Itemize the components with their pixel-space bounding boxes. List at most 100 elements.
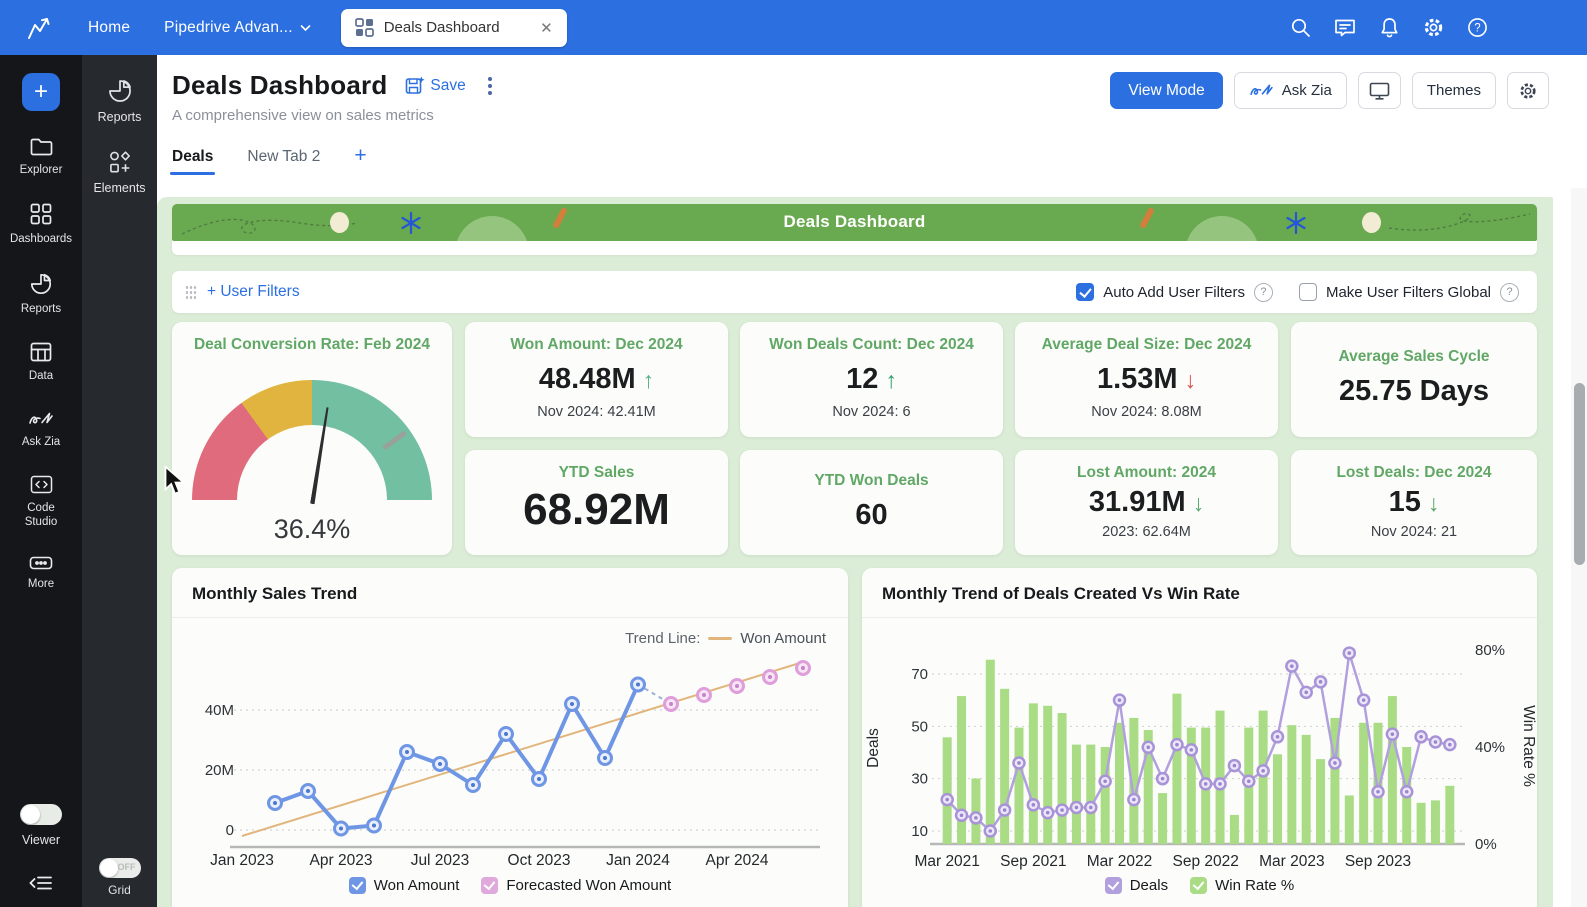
workspace-name: Pipedrive Advan... bbox=[164, 19, 293, 37]
win-rate-bar bbox=[1014, 728, 1023, 844]
add-user-filters-button[interactable]: + User Filters bbox=[207, 283, 300, 301]
table-icon bbox=[30, 342, 52, 362]
legend-label: Deals bbox=[1130, 877, 1168, 894]
scrollbar-thumb[interactable] bbox=[1574, 383, 1585, 565]
kpi-card-ytd-sales[interactable]: YTD Sales 68.92M bbox=[465, 450, 728, 555]
x-axis-tick-label: Jan 2023 bbox=[210, 852, 274, 869]
legend-item-forecasted-won-amount[interactable]: Forecasted Won Amount bbox=[481, 877, 671, 894]
chart-card-monthly-sales-trend[interactable]: Monthly Sales Trend Trend Line: Won Amou… bbox=[172, 568, 848, 907]
sidebar-item-reports[interactable]: Reports bbox=[0, 273, 82, 316]
win-rate-bar bbox=[1388, 696, 1397, 844]
viewer-toggle-label: Viewer bbox=[22, 833, 60, 847]
save-button[interactable]: Save bbox=[405, 76, 465, 95]
sidebar-item-explorer[interactable]: Explorer bbox=[0, 137, 82, 177]
make-user-filters-global-label: Make User Filters Global bbox=[1326, 284, 1491, 301]
notifications-bell-icon[interactable] bbox=[1378, 16, 1401, 39]
help-question-icon[interactable]: ? bbox=[1254, 283, 1273, 302]
drag-handle-icon[interactable] bbox=[185, 285, 197, 299]
kpi-title: Average Deal Size: Dec 2024 bbox=[1015, 322, 1278, 354]
trend-arrow: ↓ bbox=[1193, 490, 1205, 517]
legend-checkbox bbox=[349, 877, 366, 894]
viewer-mode-toggle[interactable] bbox=[20, 804, 62, 825]
win-rate-bar bbox=[943, 737, 952, 844]
panel-item-elements[interactable]: Elements bbox=[82, 150, 157, 197]
sidebar-item-label: Ask Zia bbox=[22, 435, 60, 449]
zoho-analytics-logo-icon[interactable] bbox=[22, 12, 54, 44]
win-rate-bar bbox=[1029, 703, 1038, 844]
search-icon[interactable] bbox=[1289, 16, 1312, 39]
auto-add-user-filters-checkbox[interactable] bbox=[1076, 283, 1094, 301]
kpi-title: Average Sales Cycle bbox=[1291, 322, 1537, 366]
feedback-icon[interactable] bbox=[1333, 16, 1357, 39]
kpi-card-average-deal-size[interactable]: Average Deal Size: Dec 2024 1.53M↓ Nov 2… bbox=[1015, 322, 1278, 437]
win-rate-bar bbox=[1172, 694, 1181, 844]
win-rate-bar bbox=[1316, 759, 1325, 844]
kpi-comparison: Nov 2024: 6 bbox=[740, 404, 1003, 420]
kpi-value: 48.48M bbox=[539, 363, 636, 396]
create-new-button[interactable]: + bbox=[22, 73, 60, 111]
legend-item-win-rate[interactable]: Win Rate % bbox=[1190, 877, 1294, 894]
x-axis-tick-label: Sep 2023 bbox=[1345, 853, 1411, 870]
trend-arrow: ↑ bbox=[643, 367, 655, 394]
x-axis-tick-label: Apr 2024 bbox=[706, 852, 769, 869]
sidebar-item-more[interactable]: More bbox=[0, 556, 82, 591]
ask-zia-button[interactable]: Ask Zia bbox=[1234, 72, 1347, 109]
svg-text:?: ? bbox=[1474, 23, 1480, 35]
kpi-comparison: 2023: 62.64M bbox=[1015, 524, 1278, 540]
view-mode-button[interactable]: View Mode bbox=[1110, 72, 1222, 109]
vertical-scrollbar[interactable] bbox=[1571, 188, 1587, 907]
kpi-comparison: Nov 2024: 21 bbox=[1291, 524, 1537, 540]
tab-deals[interactable]: Deals bbox=[172, 148, 213, 175]
open-view-tab[interactable]: Deals Dashboard ✕ bbox=[341, 9, 567, 47]
kpi-title: Won Amount: Dec 2024 bbox=[465, 322, 728, 354]
tab-new-tab-2[interactable]: New Tab 2 bbox=[247, 148, 320, 175]
kpi-card-won-amount[interactable]: Won Amount: Dec 2024 48.48M↑ Nov 2024: 4… bbox=[465, 322, 728, 437]
kpi-card-won-deals-count[interactable]: Won Deals Count: Dec 2024 12↑ Nov 2024: … bbox=[740, 322, 1003, 437]
sidebar-item-label: Dashboards bbox=[10, 232, 72, 246]
kpi-title: YTD Sales bbox=[465, 450, 728, 482]
kpi-card-lost-deals[interactable]: Lost Deals: Dec 2024 15↓ Nov 2024: 21 bbox=[1291, 450, 1537, 555]
legend-checkbox bbox=[1190, 877, 1207, 894]
star-decoration bbox=[1285, 212, 1307, 234]
more-options-kebab[interactable] bbox=[484, 73, 496, 99]
banner-widget[interactable]: Deals Dashboard bbox=[172, 204, 1537, 255]
sidebar-item-label: Reports bbox=[21, 302, 61, 316]
sidebar-item-ask-zia[interactable]: Ask Zia bbox=[0, 410, 82, 449]
win-rate-bar bbox=[1058, 713, 1067, 844]
kpi-value: 60 bbox=[855, 499, 887, 532]
add-tab-button[interactable]: + bbox=[354, 144, 366, 175]
presentation-display-button[interactable] bbox=[1358, 72, 1401, 109]
sidebar-item-data[interactable]: Data bbox=[0, 342, 82, 383]
chart-title: Monthly Trend of Deals Created Vs Win Ra… bbox=[862, 568, 1537, 618]
grid-toggle[interactable]: OFF bbox=[99, 858, 141, 878]
legend-item-won-amount[interactable]: Won Amount bbox=[349, 877, 460, 894]
left-axis-tick-label: 30 bbox=[911, 771, 928, 788]
x-axis-tick-label: Apr 2023 bbox=[310, 852, 373, 869]
panel-item-reports[interactable]: Reports bbox=[82, 79, 157, 126]
help-icon[interactable]: ? bbox=[1466, 16, 1489, 39]
kpi-title: YTD Won Deals bbox=[740, 450, 1003, 490]
kpi-card-lost-amount[interactable]: Lost Amount: 2024 31.91M↓ 2023: 62.64M bbox=[1015, 450, 1278, 555]
save-label: Save bbox=[430, 77, 465, 95]
tab-close-icon[interactable]: ✕ bbox=[526, 19, 553, 37]
kpi-card-deal-conversion-rate[interactable]: Deal Conversion Rate: Feb 2024 36.4% bbox=[172, 322, 452, 555]
kpi-card-ytd-won-deals[interactable]: YTD Won Deals 60 bbox=[740, 450, 1003, 555]
secondary-sidebar: Reports Elements OFF Grid bbox=[82, 55, 157, 907]
chart-card-deals-vs-win-rate[interactable]: Monthly Trend of Deals Created Vs Win Ra… bbox=[862, 568, 1537, 907]
kpi-card-average-sales-cycle[interactable]: Average Sales Cycle 25.75 Days bbox=[1291, 322, 1537, 437]
sidebar-item-code-studio[interactable]: Code Studio bbox=[0, 475, 82, 530]
collapse-sidebar-icon[interactable] bbox=[28, 873, 54, 893]
themes-button[interactable]: Themes bbox=[1412, 72, 1496, 109]
trend-arrow: ↓ bbox=[1428, 490, 1440, 517]
sidebar-item-dashboards[interactable]: Dashboards bbox=[0, 203, 82, 246]
dashboards-grid-icon bbox=[30, 203, 52, 225]
nav-workspace-switcher[interactable]: Pipedrive Advan... bbox=[164, 19, 311, 37]
dashboard-settings-button[interactable] bbox=[1507, 72, 1549, 109]
settings-gear-icon[interactable] bbox=[1422, 16, 1445, 39]
legend-item-deals[interactable]: Deals bbox=[1105, 877, 1168, 894]
code-icon bbox=[30, 475, 53, 494]
help-question-icon[interactable]: ? bbox=[1500, 283, 1519, 302]
nav-home[interactable]: Home bbox=[88, 19, 130, 37]
more-ellipsis-icon bbox=[29, 556, 53, 570]
make-user-filters-global-checkbox[interactable] bbox=[1299, 283, 1317, 301]
